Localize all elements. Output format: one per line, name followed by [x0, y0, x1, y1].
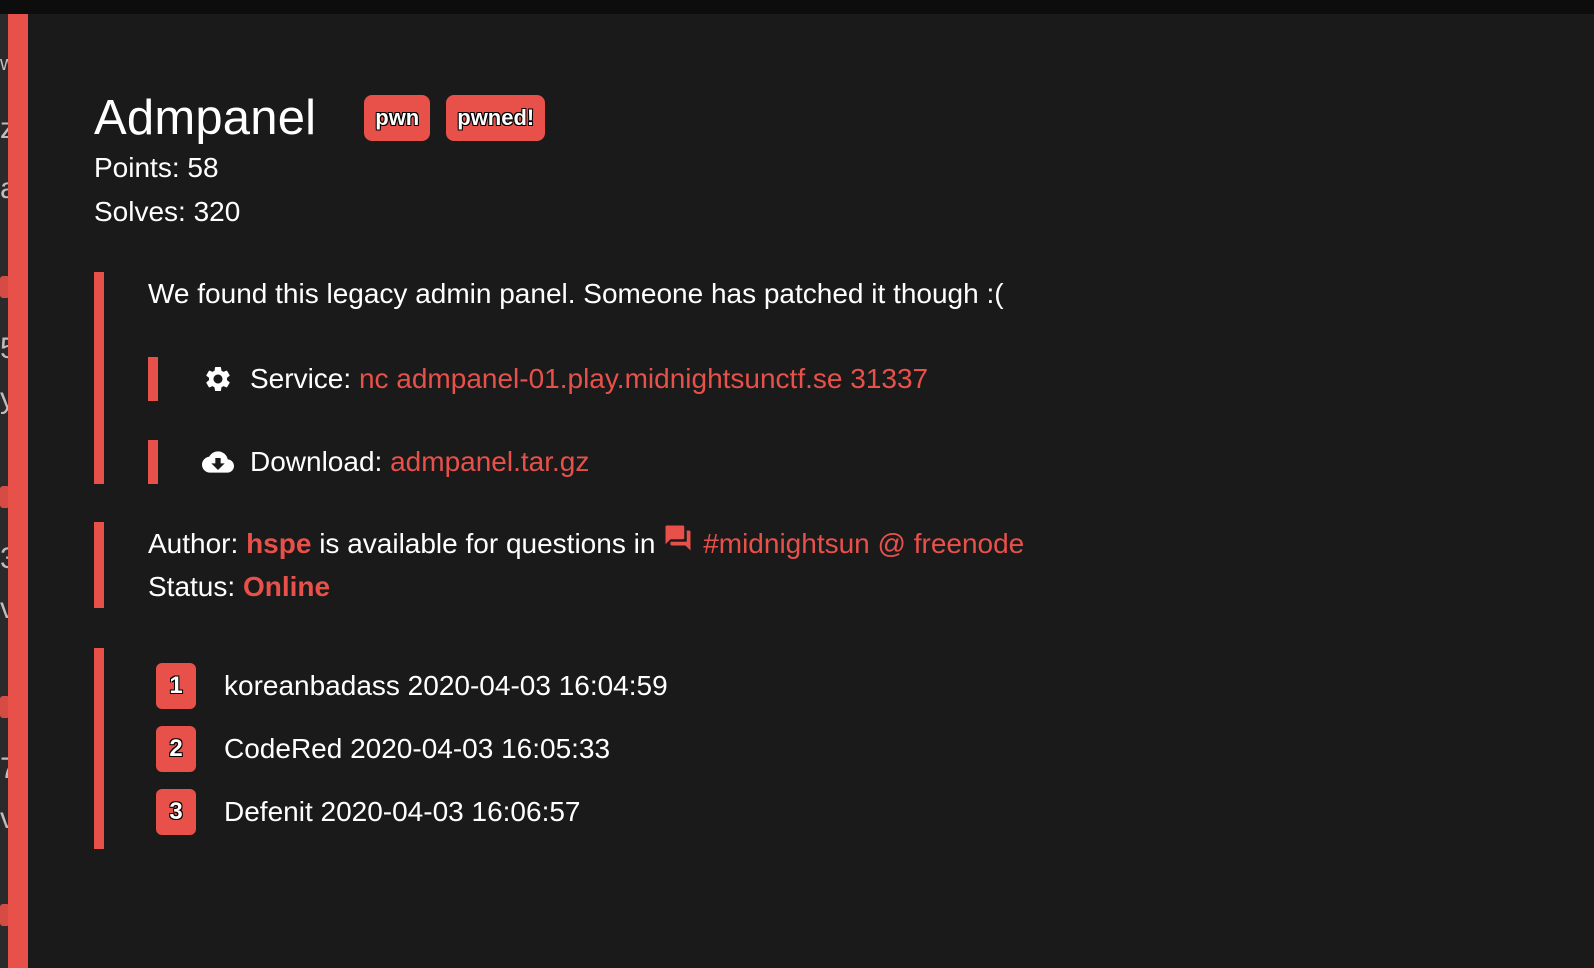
- status-value: Online: [242, 571, 331, 603]
- challenge-content: Admpanel pwn pwned! Points: 58 Solves: 3…: [94, 90, 1574, 850]
- solvers-list: 1 koreanbadass 2020-04-03 16:04:59 2 Cod…: [94, 648, 1574, 850]
- author-block: Author: hspe is available for questions …: [94, 522, 1574, 609]
- solver-text: koreanbadass 2020-04-03 16:04:59: [224, 669, 668, 701]
- status-line: Status: Online: [148, 565, 1574, 608]
- challenge-description: We found this legacy admin panel. Someon…: [148, 278, 1004, 309]
- solver-text: Defenit 2020-04-03 16:06:57: [224, 795, 581, 827]
- service-label: Service:: [250, 363, 352, 394]
- download-label: Download:: [250, 446, 383, 477]
- author-prefix: Author:: [148, 528, 239, 559]
- rank-badge: 2: [156, 725, 196, 772]
- solves-label: Solves: 320: [94, 196, 241, 227]
- tag-badge-category: pwn: [364, 95, 431, 141]
- rank-badge: 1: [156, 662, 196, 709]
- gear-icon: [202, 363, 234, 395]
- status-label: Status:: [148, 571, 236, 603]
- title-row: Admpanel pwn pwned!: [94, 90, 1574, 146]
- chat-icon: [663, 522, 693, 565]
- challenge-modal: Admpanel pwn pwned! Points: 58 Solves: 3…: [8, 14, 1594, 968]
- description-block: We found this legacy admin panel. Someon…: [94, 272, 1574, 484]
- solver-row: 3 Defenit 2020-04-03 16:06:57: [156, 780, 1574, 843]
- download-link[interactable]: admpanel.tar.gz: [390, 446, 589, 478]
- service-row: Service: nc admpanel-01.play.midnightsun…: [148, 357, 1574, 401]
- top-strip: [0, 0, 1594, 14]
- author-middle: is available for questions in: [319, 528, 656, 559]
- points-label: Points: 58: [94, 152, 219, 183]
- download-row: Download: admpanel.tar.gz: [148, 440, 1574, 484]
- author-name: hspe: [246, 528, 312, 559]
- service-link[interactable]: nc admpanel-01.play.midnightsunctf.se 31…: [359, 363, 928, 395]
- rank-badge: 3: [156, 788, 196, 835]
- irc-channel-link[interactable]: #midnightsun @ freenode: [703, 528, 1024, 559]
- cloud-download-icon: [202, 446, 234, 478]
- challenge-title: Admpanel: [94, 91, 317, 145]
- solver-row: 1 koreanbadass 2020-04-03 16:04:59: [156, 654, 1574, 717]
- solver-text: CodeRed 2020-04-03 16:05:33: [224, 732, 611, 764]
- author-line: Author: hspe is available for questions …: [148, 522, 1574, 565]
- solver-row: 2 CodeRed 2020-04-03 16:05:33: [156, 717, 1574, 780]
- tag-badge-status: pwned!: [446, 95, 546, 141]
